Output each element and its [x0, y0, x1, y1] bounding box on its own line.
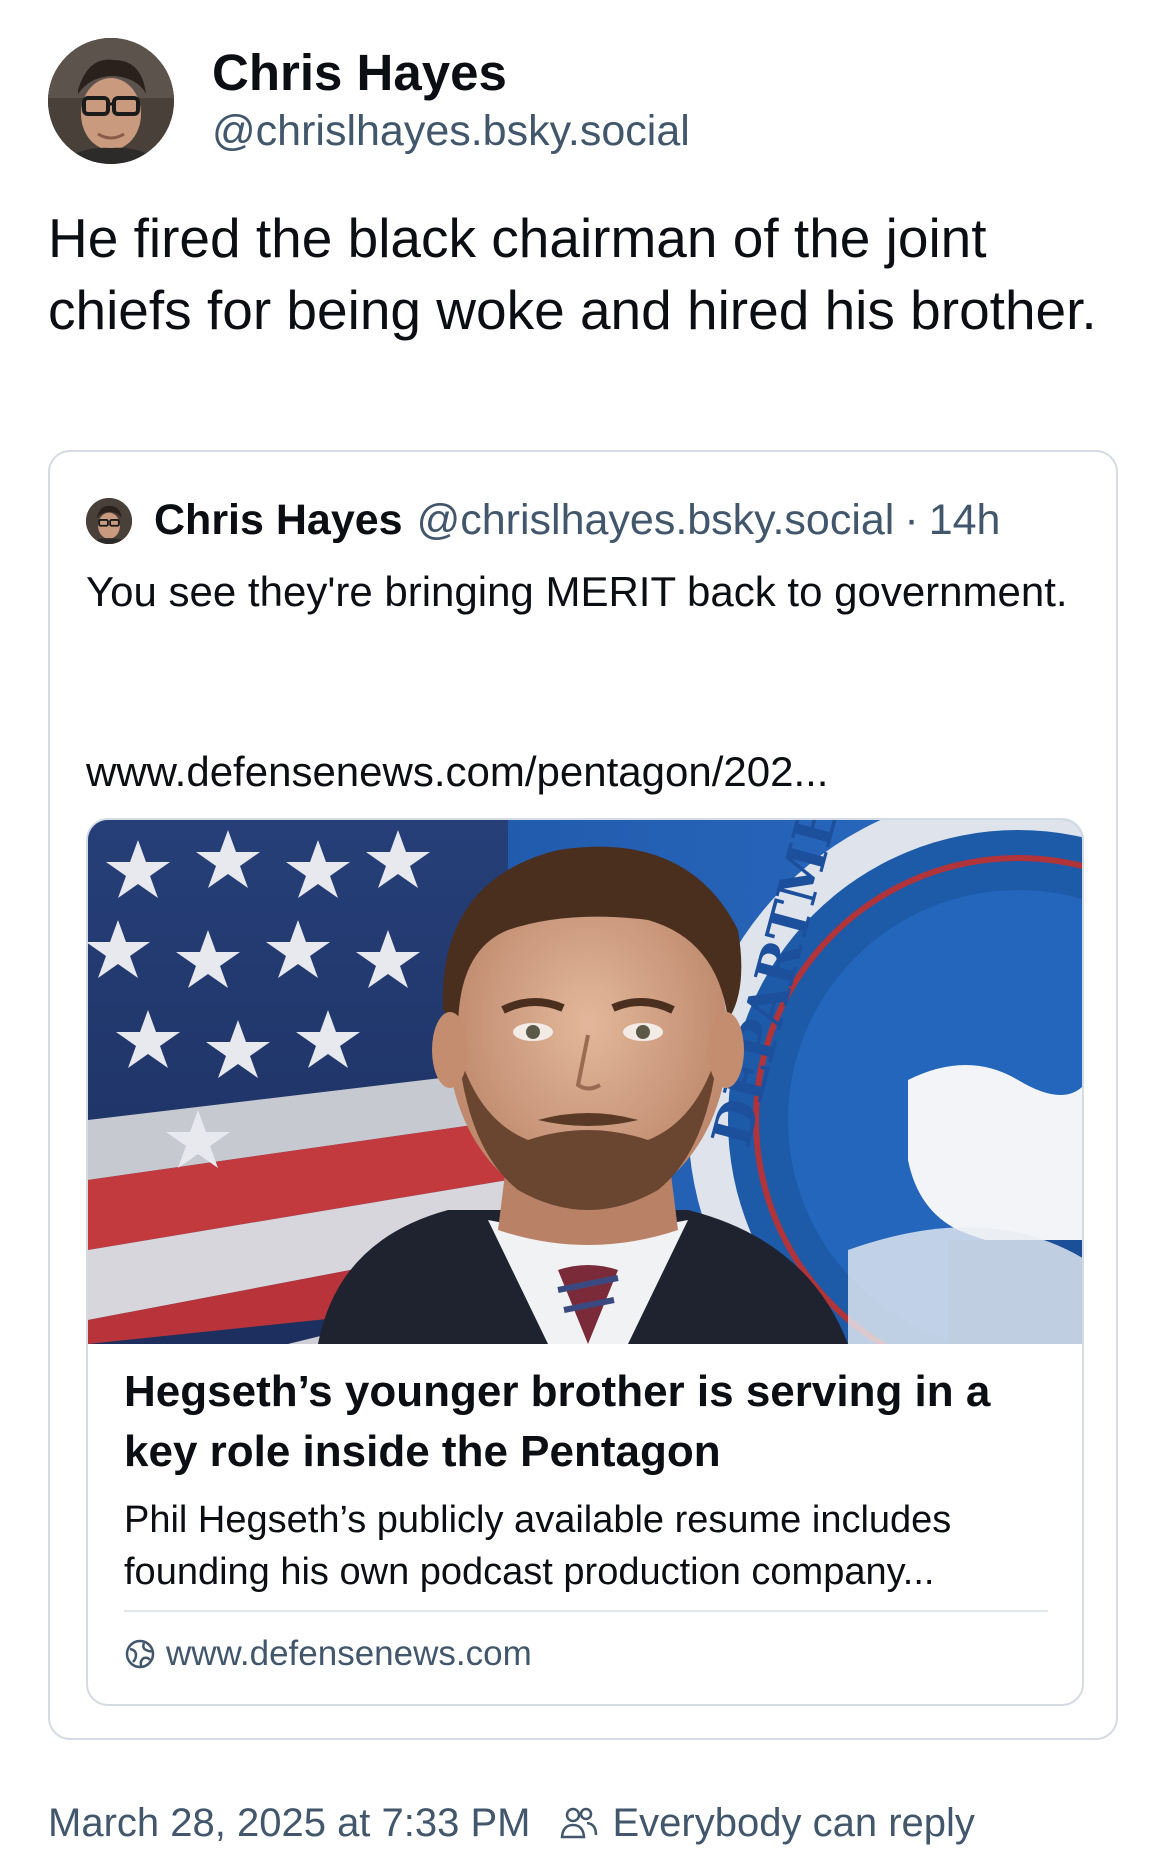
link-preview-domain-text: www.defensenews.com [166, 1634, 532, 1673]
author-avatar[interactable] [48, 38, 174, 164]
author-display-name[interactable]: Chris Hayes [212, 43, 690, 103]
link-preview-image[interactable]: DEPARTMENT [88, 820, 1082, 1344]
people-icon [560, 1807, 597, 1839]
link-preview-card[interactable]: DEPARTMENT Hegseth’s younger brother is … [86, 818, 1084, 1706]
post-author-row[interactable]: Chris Hayes @chrislhayes.bsky.social [48, 38, 690, 164]
reply-setting[interactable]: Everybody can reply [613, 1795, 975, 1851]
quoted-post-time[interactable]: 14h [929, 496, 1001, 545]
bottom-edge [0, 1850, 1170, 1854]
link-preview-divider [124, 1610, 1048, 1612]
quoted-post-header: Chris Hayes @chrislhayes.bsky.social · 1… [86, 496, 1000, 545]
quoted-post-link[interactable]: www.defensenews.com/pentagon/202... [86, 742, 828, 802]
post-text: He fired the black chairman of the joint… [48, 207, 1097, 341]
author-handle[interactable]: @chrislhayes.bsky.social [212, 103, 690, 159]
quoted-author-avatar[interactable] [86, 497, 132, 544]
link-preview-description: Phil Hegseth’s publicly available resume… [124, 1499, 952, 1593]
post-timestamp[interactable]: March 28, 2025 at 7:33 PM [48, 1795, 531, 1851]
globe-icon [125, 1639, 155, 1669]
quoted-post-text: You see they're bringing MERIT back to g… [86, 568, 1068, 615]
link-preview-title[interactable]: Hegseth’s younger brother is serving in … [124, 1362, 1044, 1482]
post-meta-row: March 28, 2025 at 7:33 PM Everybody can … [48, 1795, 975, 1851]
header-separator: · [904, 496, 919, 544]
quoted-post-card[interactable]: Chris Hayes @chrislhayes.bsky.social · 1… [48, 450, 1118, 1740]
link-preview-domain[interactable]: www.defensenews.com [124, 1628, 532, 1680]
quoted-author-display-name[interactable]: Chris Hayes [154, 496, 403, 545]
quoted-author-handle[interactable]: @chrislhayes.bsky.social [417, 496, 895, 545]
